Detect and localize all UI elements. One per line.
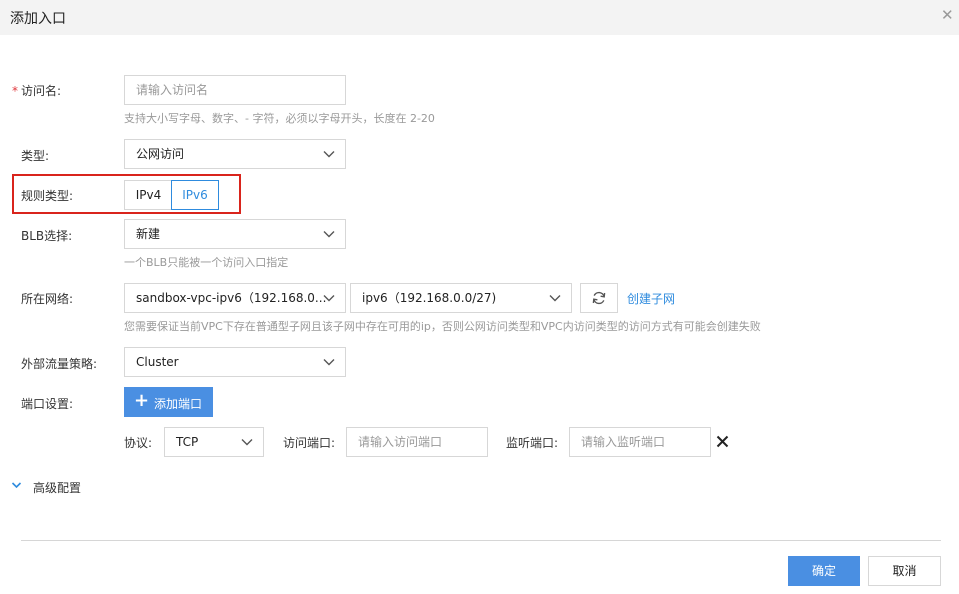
blb-hint: 一个BLB只能被一个访问入口指定 <box>124 256 289 269</box>
chevron-down-icon <box>323 359 335 366</box>
cancel-button[interactable]: 取消 <box>868 556 941 586</box>
subnet-select-value: ipv6（192.168.0.0/27) <box>362 291 497 305</box>
vpc-select[interactable]: sandbox-vpc-ipv6（192.168.0... <box>124 283 346 313</box>
refresh-button[interactable] <box>580 283 618 313</box>
access-name-label: * 访问名: <box>12 82 61 99</box>
divider <box>21 540 941 541</box>
access-name-label-text: 访问名: <box>21 84 62 98</box>
traffic-policy-value: Cluster <box>136 355 179 369</box>
chevron-down-icon[interactable] <box>11 480 22 491</box>
type-label: 类型: <box>21 149 50 163</box>
dialog-header <box>0 0 959 35</box>
network-label: 所在网络: <box>21 292 74 306</box>
remove-port-icon[interactable] <box>716 435 729 448</box>
listen-port-label: 监听端口: <box>506 436 559 450</box>
confirm-button[interactable]: 确定 <box>788 556 860 586</box>
advanced-config-toggle[interactable]: 高级配置 <box>33 479 81 496</box>
access-name-input[interactable]: 请输入访问名 <box>124 75 346 105</box>
rule-type-label: 规则类型: <box>21 189 74 203</box>
blb-select-value: 新建 <box>136 227 161 241</box>
rule-type-ipv4[interactable]: IPv4 <box>124 180 172 210</box>
rule-type-ipv6[interactable]: IPv6 <box>171 180 219 210</box>
chevron-down-icon <box>323 295 335 302</box>
chevron-down-icon <box>323 231 335 238</box>
blb-select[interactable]: 新建 <box>124 219 346 249</box>
type-select-value: 公网访问 <box>136 147 185 161</box>
create-subnet-link[interactable]: 创建子网 <box>627 290 675 307</box>
required-mark: * <box>12 84 18 98</box>
dialog-title: 添加入口 <box>10 11 66 27</box>
vpc-select-value: sandbox-vpc-ipv6（192.168.0... <box>136 291 327 305</box>
protocol-value: TCP <box>176 435 199 449</box>
refresh-icon <box>592 291 606 305</box>
add-port-button[interactable]: + 添加端口 <box>124 387 213 417</box>
protocol-label: 协议: <box>124 436 153 450</box>
ports-label: 端口设置: <box>21 397 74 411</box>
chevron-down-icon <box>241 439 253 446</box>
chevron-down-icon <box>549 295 561 302</box>
blb-label: BLB选择: <box>21 229 73 243</box>
plus-icon: + <box>134 390 150 411</box>
subnet-select[interactable]: ipv6（192.168.0.0/27) <box>350 283 572 313</box>
add-port-label: 添加端口 <box>154 397 203 411</box>
access-port-label: 访问端口: <box>283 436 336 450</box>
type-select[interactable]: 公网访问 <box>124 139 346 169</box>
protocol-select[interactable]: TCP <box>164 427 264 457</box>
access-port-input[interactable]: 请输入访问端口 <box>346 427 488 457</box>
traffic-policy-label: 外部流量策略: <box>21 357 98 371</box>
traffic-policy-select[interactable]: Cluster <box>124 347 346 377</box>
chevron-down-icon <box>323 151 335 158</box>
network-hint: 您需要保证当前VPC下存在普通型子网且该子网中存在可用的ip，否则公网访问类型和… <box>124 320 761 333</box>
close-icon[interactable]: ✕ <box>941 6 954 24</box>
access-name-hint: 支持大小写字母、数字、- 字符，必须以字母开头，长度在 2-20 <box>124 112 435 125</box>
listen-port-input[interactable]: 请输入监听端口 <box>569 427 711 457</box>
